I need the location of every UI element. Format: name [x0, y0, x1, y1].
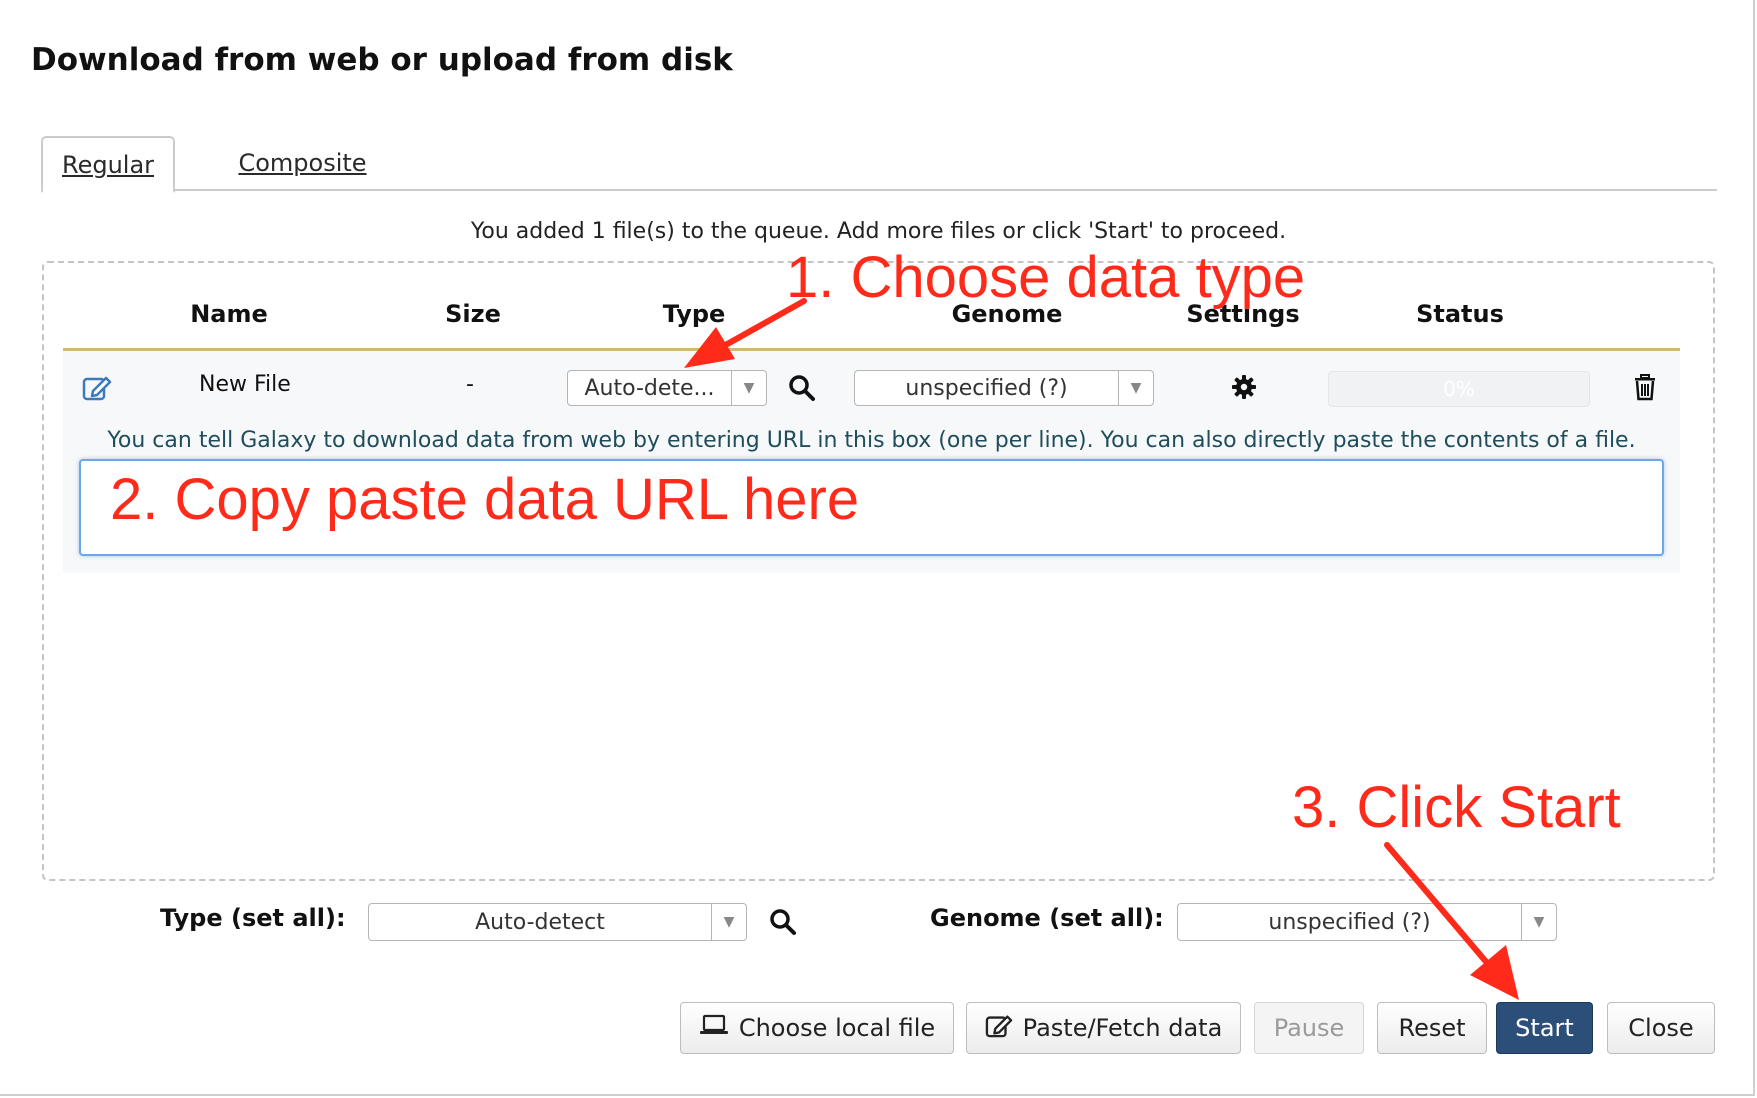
annotation-arrowhead-type: [684, 327, 735, 368]
annotation-step-2: 2. Copy paste data URL here: [110, 467, 860, 532]
annotation-step-1: 1. Choose data type: [786, 245, 1306, 310]
annotation-arrows: [684, 298, 1519, 1000]
upload-dialog: Download from web or upload from disk Re…: [0, 0, 1755, 1096]
annotation-arrow-start: [1384, 842, 1491, 967]
annotation-step-3: 3. Click Start: [1292, 775, 1621, 840]
